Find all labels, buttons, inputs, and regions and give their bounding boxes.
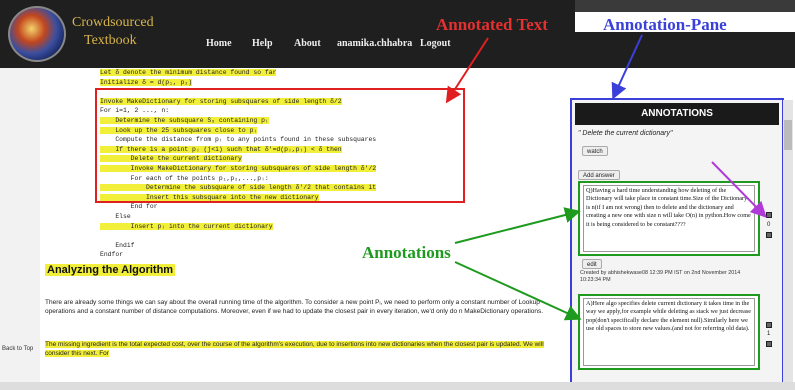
nav-username[interactable]: anamika.chhabra: [337, 38, 412, 49]
code-line-text: Endif: [100, 241, 135, 249]
code-line: Endif: [100, 241, 570, 251]
code-line: End for: [100, 202, 570, 212]
back-to-top-link[interactable]: Back to Top: [2, 346, 33, 352]
code-line-text: Let δ denote the minimum distance found …: [100, 69, 277, 76]
callout-annotated-text: Annotated Text: [436, 15, 548, 34]
section-heading: Analyzing the Algorithm: [45, 264, 176, 276]
code-line: [100, 231, 570, 241]
code-line: Endfor: [100, 250, 570, 260]
annotation-1: Q)Having a hard time understanding how d…: [578, 181, 760, 256]
vote-count-2: 1: [767, 331, 771, 337]
selected-text: " Delete the current dictionary": [578, 130, 673, 137]
paragraph-2: The missing ingredient is the total expe…: [45, 340, 565, 358]
browser-strip: [575, 0, 795, 12]
annotation-1-meta: Created by abhishekwase08 12:39 PM IST o…: [580, 270, 741, 283]
pane-scrollbar-thumb[interactable]: [784, 120, 792, 150]
upvote-icon[interactable]: [766, 212, 772, 218]
downvote-icon[interactable]: [766, 341, 772, 347]
code-line: Insert pᵢ into the current dictionary: [100, 222, 570, 232]
annotation-1-body: Q)Having a hard time understanding how d…: [583, 185, 755, 252]
code-line: Else: [100, 212, 570, 222]
paragraph-1: There are already some things we can say…: [45, 299, 544, 315]
code-line: Let δ denote the minimum distance found …: [100, 68, 570, 78]
nav-help[interactable]: Help: [252, 38, 273, 49]
pane-title: ANNOTATIONS: [575, 103, 779, 125]
annotated-text-box: [95, 88, 465, 203]
upvote-icon[interactable]: [766, 322, 772, 328]
vote-count-1: 0: [767, 222, 771, 228]
code-line-text: Initialize δ = d(p₁, p₂): [100, 78, 193, 86]
code-line-text: End for: [100, 203, 158, 211]
logo-line2: Textbook: [84, 33, 137, 48]
annotation-2-body: A)Here algo specifies delete current dic…: [583, 298, 755, 366]
code-line-text: Endfor: [100, 251, 124, 259]
logo-line1: Crowdsourced: [72, 15, 154, 30]
add-answer-button[interactable]: Add answer: [578, 170, 620, 180]
watch-button[interactable]: watch: [582, 146, 608, 156]
nav-home[interactable]: Home: [206, 38, 232, 49]
callout-annotation-pane: Annotation-Pane: [603, 15, 727, 34]
edit-button[interactable]: edit: [582, 259, 602, 269]
left-margin: [0, 68, 40, 390]
paragraph-2-text: The missing ingredient is the total expe…: [45, 341, 544, 357]
annotation-2: A)Here algo specifies delete current dic…: [578, 294, 760, 370]
code-line-text: Else: [100, 212, 131, 220]
nav-logout[interactable]: Logout: [420, 38, 451, 49]
logo-icon[interactable]: [8, 6, 66, 62]
site-logo-text[interactable]: Crowdsourced Textbook: [72, 14, 154, 50]
code-line: Initialize δ = d(p₁, p₂): [100, 78, 570, 88]
nav-about[interactable]: About: [294, 38, 321, 49]
callout-annotations: Annotations: [362, 243, 451, 262]
code-line-text: Insert pᵢ into the current dictionary: [100, 222, 273, 230]
downvote-icon[interactable]: [766, 232, 772, 238]
bottom-bar: [0, 382, 795, 390]
